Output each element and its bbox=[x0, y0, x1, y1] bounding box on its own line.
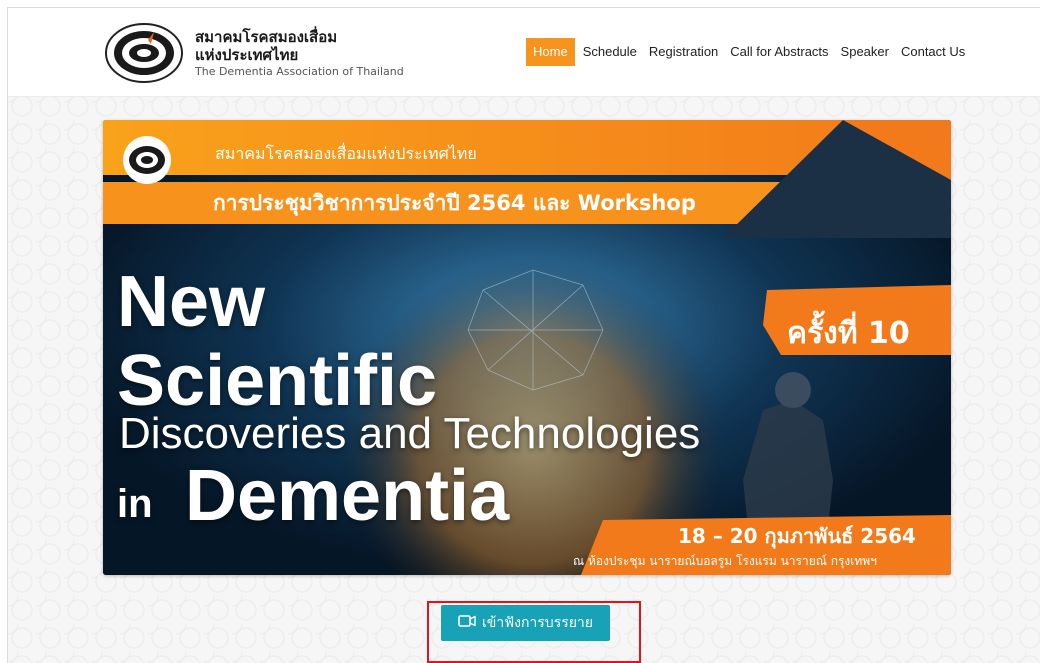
banner-title-line1: New bbox=[117, 262, 266, 342]
nav-home[interactable]: Home bbox=[526, 38, 575, 66]
association-logo[interactable] bbox=[104, 22, 184, 84]
banner-title-in: in bbox=[117, 482, 153, 526]
brand-thai-line2: แห่งประเทศไทย bbox=[195, 46, 299, 64]
brand-thai-line1: สมาคมโรคสมองเสื่อม bbox=[195, 28, 338, 46]
nav-schedule[interactable]: Schedule bbox=[577, 38, 643, 66]
nav-call-for-abstracts[interactable]: Call for Abstracts bbox=[724, 38, 834, 66]
banner-title-line4: Dementia bbox=[185, 456, 510, 536]
join-lecture-button[interactable]: เข้าฟังการบรรยาย bbox=[441, 605, 610, 641]
site-header: สมาคมโรคสมองเสื่อม แห่งประเทศไทย The Dem… bbox=[8, 8, 1040, 97]
event-banner: สมาคมโรคสมองเสื่อมแห่งประเทศไทย การประชุ… bbox=[103, 120, 951, 575]
banner-title-line2: Scientific bbox=[117, 341, 438, 421]
join-lecture-label: เข้าฟังการบรรยาย bbox=[481, 615, 593, 631]
banner-org-name: สมาคมโรคสมองเสื่อมแห่งประเทศไทย bbox=[215, 144, 477, 163]
nav-registration[interactable]: Registration bbox=[643, 38, 724, 66]
video-camera-icon bbox=[458, 615, 476, 631]
banner-title-line3: Discoveries and Technologies bbox=[119, 409, 701, 458]
main-nav: Home Schedule Registration Call for Abst… bbox=[526, 38, 971, 66]
nav-contact-us[interactable]: Contact Us bbox=[895, 38, 971, 66]
brand-text: สมาคมโรคสมองเสื่อม แห่งประเทศไทย The Dem… bbox=[195, 28, 404, 79]
banner-conference-title: การประชุมวิชาการประจำปี 2564 และ Worksho… bbox=[213, 191, 696, 215]
banner-edition: ครั้งที่ 10 bbox=[787, 316, 910, 351]
page-frame: สมาคมโรคสมองเสื่อม แห่งประเทศไทย The Dem… bbox=[7, 7, 1040, 663]
brand-english: The Dementia Association of Thailand bbox=[195, 65, 404, 78]
banner-venue: ณ ห้องประชุม นารายณ์บอลรูม โรงแรม นารายณ… bbox=[573, 554, 877, 568]
banner-date: 18 – 20 กุมภาพันธ์ 2564 bbox=[678, 524, 916, 548]
nav-speaker[interactable]: Speaker bbox=[835, 38, 895, 66]
